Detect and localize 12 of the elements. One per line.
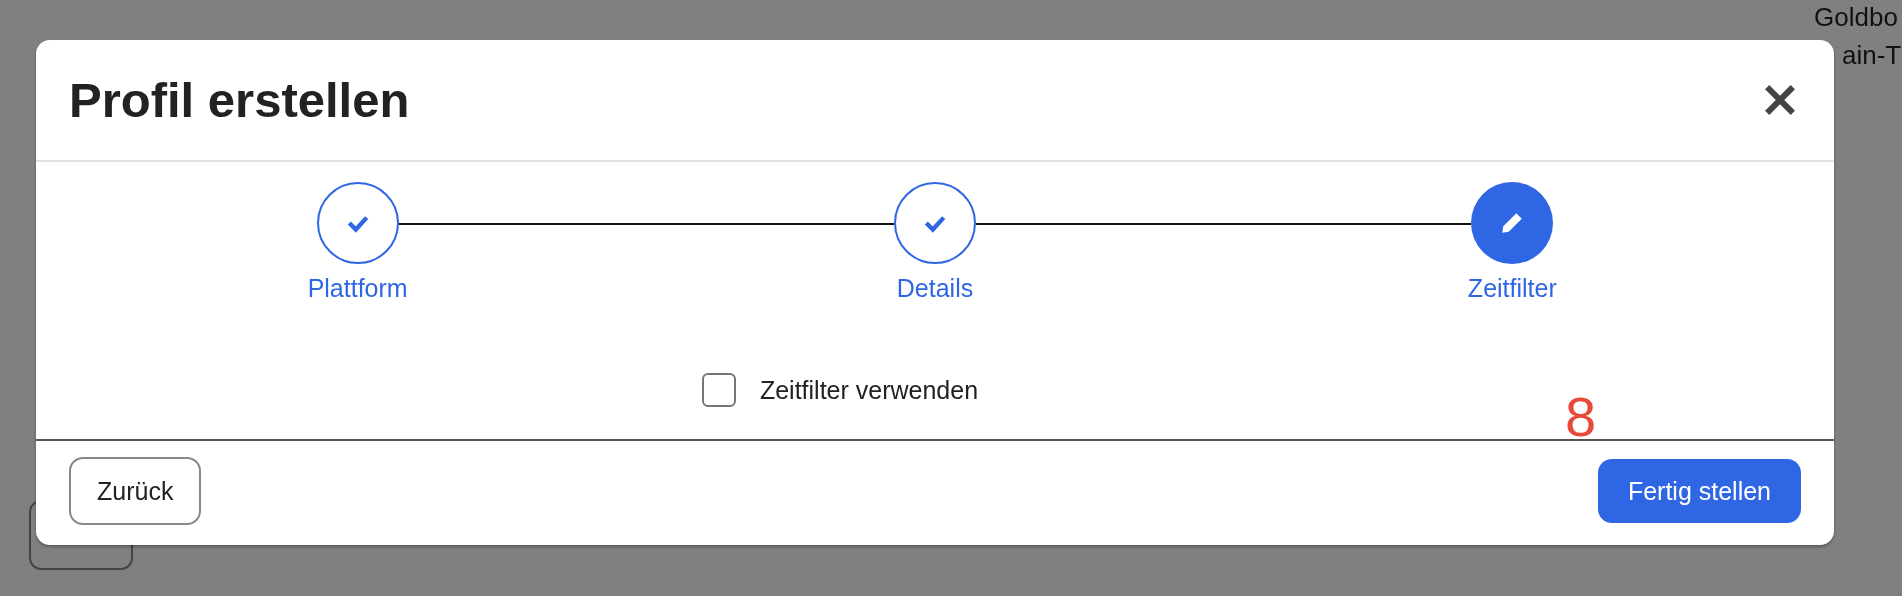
background-text: ain-T [1842, 40, 1902, 71]
dialog-title: Profil erstellen [69, 72, 410, 128]
close-icon[interactable] [1764, 84, 1796, 116]
annotation-number: 8 [1565, 389, 1597, 445]
background-text: Goldbo [1814, 2, 1898, 33]
back-button[interactable]: Zurück [69, 457, 202, 525]
step-label[interactable]: Plattform [307, 274, 408, 303]
finish-button[interactable]: Fertig stellen [1597, 459, 1801, 523]
step-label[interactable]: Details [896, 274, 974, 303]
step-label[interactable]: Zeitfilter [1467, 274, 1557, 303]
checkbox[interactable] [701, 373, 736, 407]
checkbox-label: Zeitfilter verwenden [759, 375, 979, 405]
